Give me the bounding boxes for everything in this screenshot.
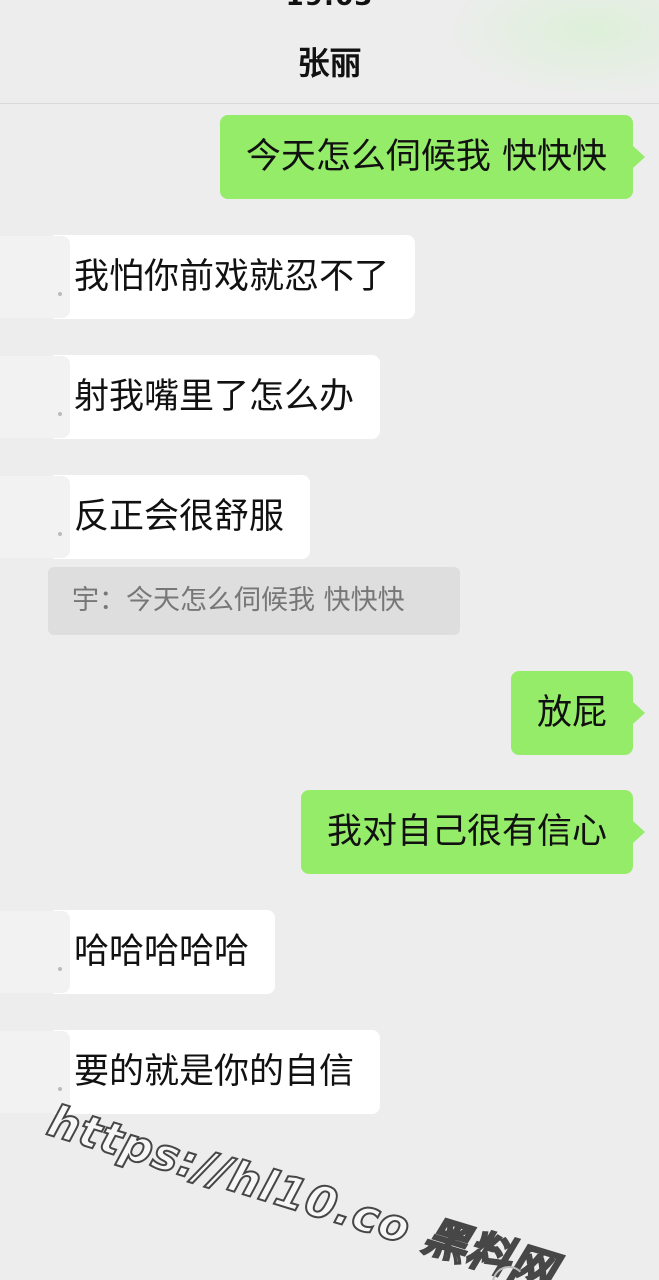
message-bubble-incoming[interactable]: 射我嘴里了怎么办 bbox=[0, 355, 381, 439]
contact-avatar[interactable] bbox=[0, 911, 70, 993]
message-bubble-incoming[interactable]: 哈哈哈哈哈 bbox=[0, 910, 276, 994]
message-text: 要的就是你的自信 bbox=[74, 1052, 355, 1092]
chat-screen: 19:03 张丽 今天怎么伺候我 快快快 我怕你前戏就忍不了 射我嘴里了怎么办 … bbox=[0, 0, 659, 1280]
chat-header: 张丽 bbox=[0, 0, 659, 104]
message-bubble-incoming[interactable]: 我怕你前戏就忍不了 bbox=[0, 235, 416, 319]
message-bubble-outgoing[interactable]: 放屁 bbox=[510, 671, 646, 755]
quoted-message[interactable]: 宇：今天怎么伺候我 快快快 bbox=[48, 567, 460, 635]
message-text: 我怕你前戏就忍不了 bbox=[74, 257, 390, 297]
message-bubble-outgoing[interactable]: 我对自己很有信心 bbox=[300, 790, 646, 874]
message-text: 反正会很舒服 bbox=[74, 497, 285, 537]
contact-avatar[interactable] bbox=[0, 476, 70, 558]
contact-avatar[interactable] bbox=[0, 236, 70, 318]
chat-title[interactable]: 张丽 bbox=[0, 38, 659, 84]
contact-avatar[interactable] bbox=[0, 356, 70, 438]
message-bubble-incoming[interactable]: 反正会很舒服 bbox=[0, 475, 311, 559]
message-bubble-outgoing[interactable]: 今天怎么伺候我 快快快 bbox=[219, 115, 646, 199]
watermark: https://hl10.co 黑料网 bbox=[41, 1095, 563, 1280]
message-text: 射我嘴里了怎么办 bbox=[74, 377, 355, 417]
message-text: 哈哈哈哈哈 bbox=[74, 932, 250, 972]
